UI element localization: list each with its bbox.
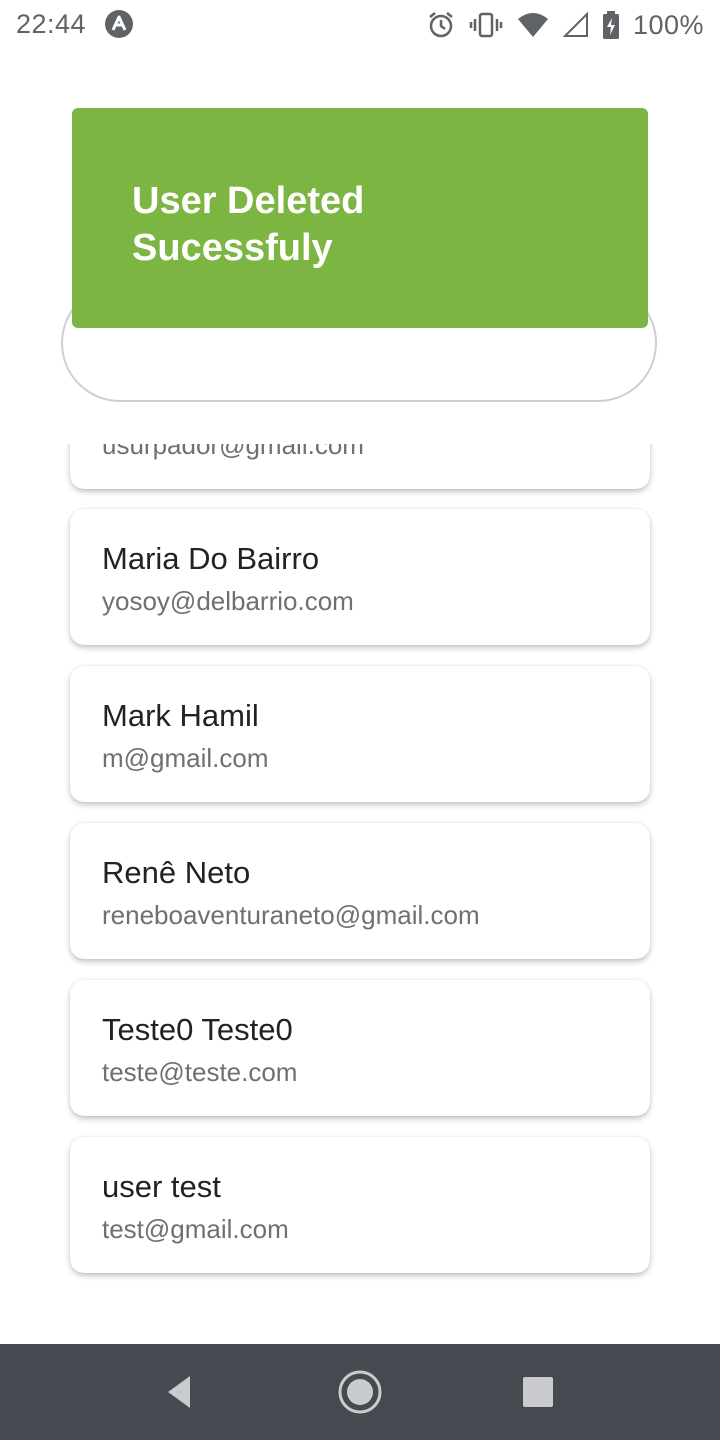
user-name: Mark Hamil: [102, 698, 259, 733]
wifi-icon: [517, 13, 548, 37]
user-email: usurpador@gmail.com: [102, 444, 364, 460]
user-card[interactable]: Teste0 Teste0 teste@teste.com: [70, 980, 650, 1116]
user-list[interactable]: usurpador@gmail.com Maria Do Bairro yoso…: [0, 444, 720, 1284]
user-card[interactable]: Maria Do Bairro yosoy@delbarrio.com: [70, 509, 650, 645]
status-bar: 22:44 100%: [0, 0, 720, 50]
vibrate-icon: [469, 12, 503, 38]
battery-charging-icon: [602, 11, 619, 39]
back-icon[interactable]: [156, 1368, 204, 1416]
signal-icon: [562, 12, 588, 37]
user-card[interactable]: Mark Hamil m@gmail.com: [70, 666, 650, 802]
user-email: yosoy@delbarrio.com: [102, 586, 354, 616]
home-icon[interactable]: [336, 1368, 384, 1416]
user-email: teste@teste.com: [102, 1057, 298, 1087]
user-card[interactable]: usurpador@gmail.com: [70, 444, 650, 489]
user-email: reneboaventuraneto@gmail.com: [102, 900, 480, 930]
user-name: Teste0 Teste0: [102, 1012, 293, 1047]
status-icons: 100%: [427, 7, 704, 43]
user-name: user test: [102, 1169, 221, 1204]
status-time: 22:44: [16, 9, 87, 39]
toast-message: User Deleted Sucessfuly: [132, 180, 365, 269]
user-card[interactable]: user test test@gmail.com: [70, 1137, 650, 1273]
recents-icon[interactable]: [514, 1368, 562, 1416]
user-email: m@gmail.com: [102, 743, 269, 773]
alarm-icon: [429, 12, 453, 38]
user-name: Renê Neto: [102, 855, 251, 890]
user-email: test@gmail.com: [102, 1214, 289, 1244]
user-card[interactable]: Renê Neto reneboaventuraneto@gmail.com: [70, 823, 650, 959]
success-toast: User Deleted Sucessfuly: [72, 108, 648, 328]
app-screen: 22:44 100% User Deleted Sucessfuly usurp…: [0, 0, 720, 1440]
app-notification-icon: [105, 10, 133, 38]
battery-percentage: 100%: [632, 9, 704, 40]
navigation-bar: [0, 1344, 720, 1440]
user-name: Maria Do Bairro: [102, 541, 320, 576]
